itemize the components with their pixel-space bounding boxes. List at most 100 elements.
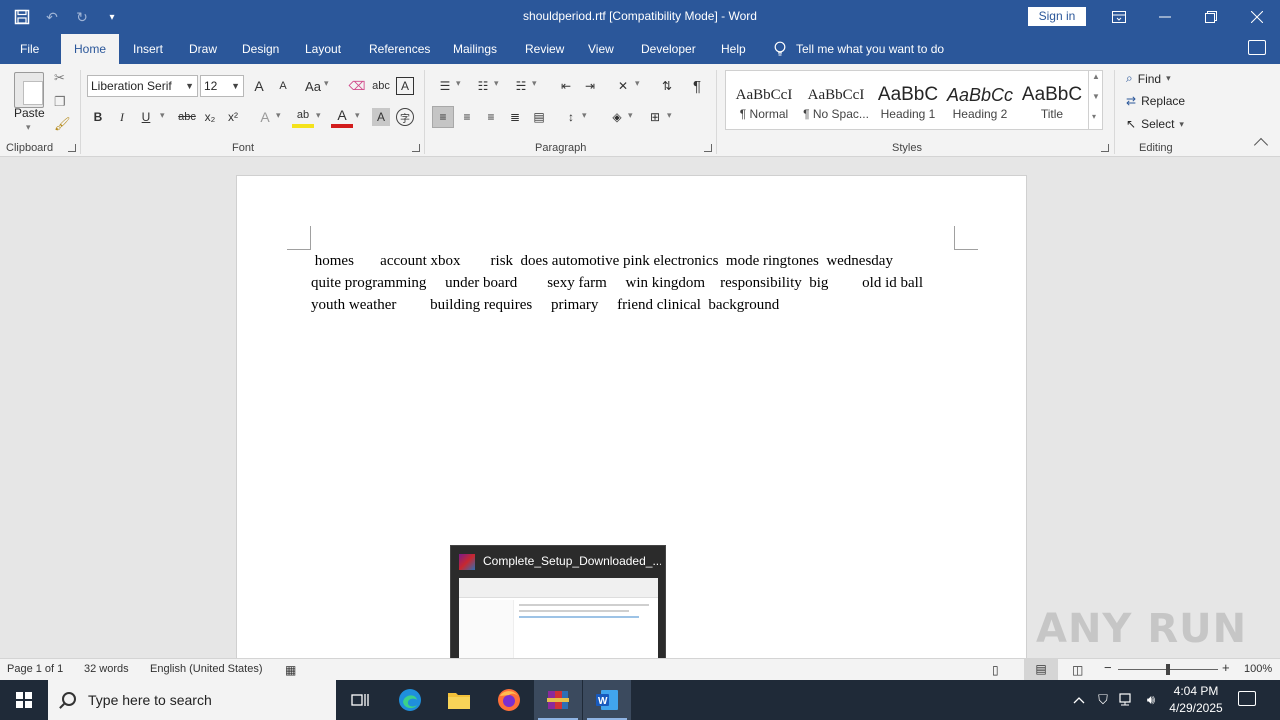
justify-icon[interactable]: ≣: [504, 106, 526, 128]
chevron-down-icon[interactable]: ▼: [1092, 92, 1100, 101]
edge-icon[interactable]: [386, 680, 434, 720]
text-effects-button[interactable]: A: [254, 106, 276, 128]
sign-in-button[interactable]: Sign in: [1028, 7, 1086, 26]
font-color-button[interactable]: A: [331, 106, 353, 128]
chevron-down-icon[interactable]: ▾: [456, 78, 461, 89]
sort-icon[interactable]: ⇅: [656, 75, 678, 97]
superscript-button[interactable]: x²: [222, 106, 244, 128]
styles-launcher-icon[interactable]: [1101, 144, 1109, 152]
shield-icon[interactable]: ⛉: [1092, 680, 1114, 720]
tab-view[interactable]: View: [588, 34, 614, 64]
shrink-font-button[interactable]: A: [272, 75, 294, 97]
tab-mailings[interactable]: Mailings: [453, 34, 497, 64]
highlight-button[interactable]: ab: [292, 106, 314, 128]
language-indicator[interactable]: English (United States): [150, 663, 263, 675]
increase-indent-icon[interactable]: ⇥: [579, 75, 601, 97]
volume-icon[interactable]: 🔊︎: [1140, 680, 1162, 720]
read-mode-icon[interactable]: ▯: [992, 663, 999, 677]
tab-layout[interactable]: Layout: [305, 34, 341, 64]
notification-center-icon[interactable]: [1238, 691, 1256, 706]
print-layout-icon[interactable]: ▤: [1024, 659, 1058, 680]
align-right-icon[interactable]: ≡: [480, 106, 502, 128]
restore-icon[interactable]: [1188, 0, 1234, 34]
start-button[interactable]: [0, 680, 48, 720]
tab-file[interactable]: File: [20, 34, 39, 64]
chevron-down-icon[interactable]: ▾: [494, 78, 499, 89]
clear-formatting-icon[interactable]: ⌫: [346, 75, 368, 97]
tab-help[interactable]: Help: [721, 34, 746, 64]
replace-button[interactable]: ⇄ Replace: [1126, 94, 1185, 108]
character-border-icon[interactable]: A: [396, 77, 414, 95]
file-explorer-icon[interactable]: [435, 680, 483, 720]
tell-me-search[interactable]: Tell me what you want to do: [774, 34, 944, 64]
chevron-down-icon[interactable]: ▾: [355, 110, 360, 121]
chevron-down-icon[interactable]: ▾: [316, 110, 321, 121]
line-spacing-icon[interactable]: ↕: [560, 106, 582, 128]
grow-font-button[interactable]: A: [248, 75, 270, 97]
chevron-down-icon[interactable]: ▾: [582, 110, 587, 121]
decrease-indent-icon[interactable]: ⇤: [555, 75, 577, 97]
subscript-button[interactable]: x₂: [199, 106, 221, 128]
italic-button[interactable]: I: [111, 106, 133, 128]
firefox-icon[interactable]: [485, 680, 533, 720]
page-count[interactable]: Page 1 of 1: [7, 663, 63, 675]
style-heading-1[interactable]: AaBbC Heading 1: [872, 71, 944, 129]
cut-icon[interactable]: ✂: [54, 70, 65, 86]
style-heading-2[interactable]: AaBbCc Heading 2: [944, 71, 1016, 129]
enclose-characters-button[interactable]: 字: [396, 108, 414, 126]
chevron-down-icon[interactable]: ▾: [324, 78, 329, 89]
zoom-slider-thumb[interactable]: [1166, 664, 1170, 675]
tab-design[interactable]: Design: [242, 34, 279, 64]
paste-dropdown-icon[interactable]: ▾: [26, 122, 31, 133]
chevron-down-icon[interactable]: ▾: [276, 110, 281, 121]
ribbon-display-options-icon[interactable]: [1096, 0, 1142, 34]
network-icon[interactable]: [1116, 680, 1138, 720]
underline-button[interactable]: U: [135, 106, 157, 128]
style-title[interactable]: AaBbC Title: [1016, 71, 1088, 129]
paste-icon[interactable]: [14, 72, 44, 108]
chevron-down-icon[interactable]: ▾: [532, 78, 537, 89]
font-launcher-icon[interactable]: [412, 144, 420, 152]
style-normal[interactable]: AaBbCcI ¶ Normal: [728, 71, 800, 129]
web-layout-icon[interactable]: ◫: [1072, 663, 1083, 677]
show-hide-button[interactable]: ¶: [686, 75, 708, 97]
style-no-spacing[interactable]: AaBbCcI ¶ No Spac...: [800, 71, 872, 129]
shading-icon[interactable]: ◈: [606, 106, 628, 128]
font-name-combo[interactable]: Liberation Serif ▼: [87, 75, 198, 97]
tab-draw[interactable]: Draw: [189, 34, 217, 64]
document-body-text[interactable]: homes account xbox risk does automotive …: [311, 250, 961, 316]
chevron-up-icon[interactable]: ▲: [1092, 72, 1100, 81]
character-shading-button[interactable]: A: [372, 108, 390, 126]
word-count[interactable]: 32 words: [84, 663, 129, 675]
asian-layout-icon[interactable]: ✕: [612, 75, 634, 97]
select-button[interactable]: ↖ Select ▾: [1126, 117, 1184, 131]
distributed-icon[interactable]: ▤: [528, 106, 550, 128]
clock[interactable]: 4:04 PM 4/29/2025: [1160, 683, 1232, 717]
task-view-icon[interactable]: [336, 680, 384, 720]
numbering-icon[interactable]: ☷: [472, 75, 494, 97]
tab-review[interactable]: Review: [525, 34, 564, 64]
macro-recording-icon[interactable]: ▦: [285, 663, 296, 677]
chevron-down-icon[interactable]: ▾: [635, 78, 640, 89]
tab-insert[interactable]: Insert: [133, 34, 163, 64]
minimize-icon[interactable]: [1142, 0, 1188, 34]
comments-icon[interactable]: [1248, 40, 1266, 55]
font-size-combo[interactable]: 12 ▼: [200, 75, 244, 97]
align-center-icon[interactable]: ≡: [456, 106, 478, 128]
word-taskbar-icon[interactable]: W: [583, 680, 631, 720]
tab-home[interactable]: Home: [61, 34, 119, 64]
more-styles-icon[interactable]: ▾: [1092, 112, 1096, 121]
paragraph-launcher-icon[interactable]: [704, 144, 712, 152]
chevron-down-icon[interactable]: ▾: [628, 110, 633, 121]
chevron-down-icon[interactable]: ▾: [160, 110, 165, 121]
winrar-taskbar-icon[interactable]: [534, 680, 582, 720]
phonetic-guide-icon[interactable]: abc: [370, 75, 392, 97]
chevron-down-icon[interactable]: ▾: [667, 110, 672, 121]
tab-references[interactable]: References: [369, 34, 430, 64]
align-left-icon[interactable]: ≡: [432, 106, 454, 128]
format-painter-icon[interactable]: 🖌: [54, 116, 71, 132]
bold-button[interactable]: B: [87, 106, 109, 128]
clipboard-launcher-icon[interactable]: [68, 144, 76, 152]
tab-developer[interactable]: Developer: [641, 34, 696, 64]
borders-icon[interactable]: ⊞: [644, 106, 666, 128]
